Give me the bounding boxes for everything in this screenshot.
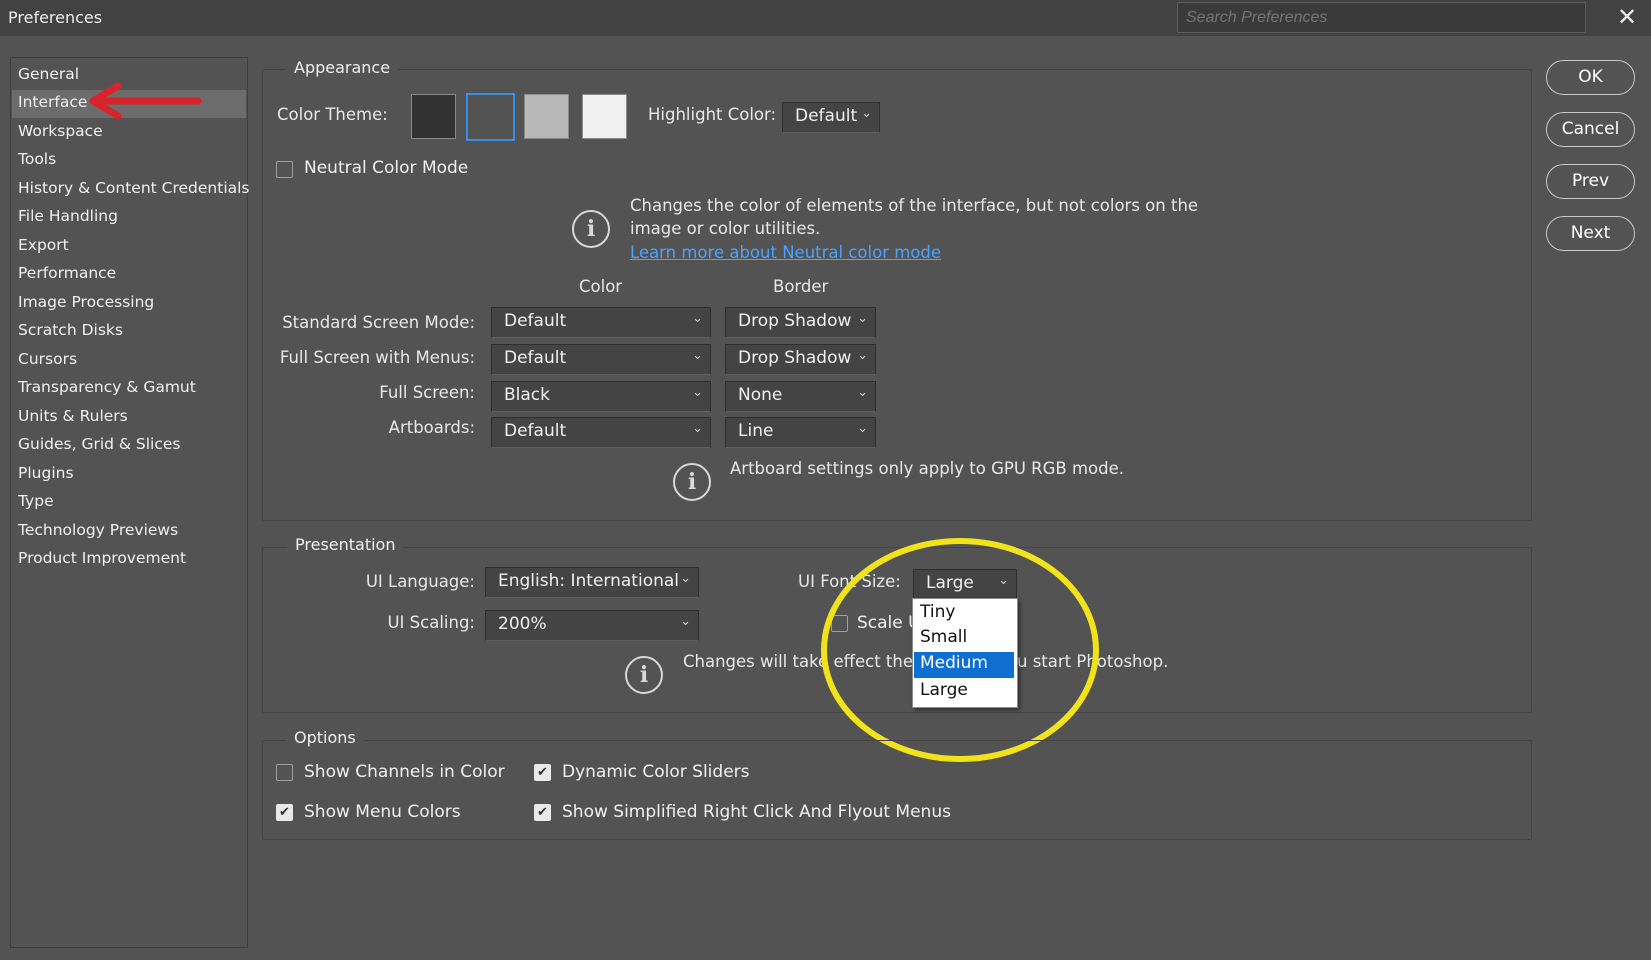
neutral-learn-more-link[interactable]: Learn more about Neutral color mode: [630, 243, 941, 262]
sidebar: General Interface Workspace Tools Histor…: [10, 57, 250, 948]
chevron-down-icon: ⌄: [857, 348, 868, 363]
search-preferences-input[interactable]: [1177, 2, 1586, 33]
artboards-border-dropdown[interactable]: Line ⌄: [725, 417, 876, 448]
ui-scaling-dropdown[interactable]: 200% ⌄: [485, 610, 699, 641]
theme-swatch-light[interactable]: [582, 94, 627, 139]
dynamic-color-sliders-label: Dynamic Color Sliders: [562, 762, 750, 782]
ok-button[interactable]: OK: [1546, 60, 1635, 95]
neutral-info-text: Changes the color of elements of the int…: [630, 196, 1199, 238]
sidebar-item-transparency[interactable]: Transparency & Gamut: [12, 375, 246, 403]
chevron-down-icon: ⌄: [692, 385, 703, 400]
simplified-right-click-label: Show Simplified Right Click And Flyout M…: [562, 802, 951, 822]
color-column-header: Color: [579, 277, 623, 296]
chevron-down-icon: ⌄: [680, 614, 691, 629]
artboards-color-value: Default: [504, 421, 567, 441]
highlight-color-label: Highlight Color:: [648, 105, 777, 124]
standard-screen-mode-label: Standard Screen Mode:: [282, 313, 475, 332]
info-icon: i: [625, 656, 663, 694]
full-screen-border-dropdown[interactable]: None ⌄: [725, 381, 876, 412]
chevron-down-icon: ⌄: [692, 348, 703, 363]
show-menu-colors-checkbox[interactable]: ✔: [276, 804, 293, 821]
standard-screen-color-dropdown[interactable]: Default ⌄: [491, 307, 711, 338]
ui-scaling-label: UI Scaling:: [387, 613, 475, 632]
sidebar-item-history[interactable]: History & Content Credentials: [12, 176, 250, 204]
info-icon: i: [673, 463, 711, 501]
chevron-down-icon: ⌄: [680, 571, 691, 586]
ui-scaling-value: 200%: [498, 614, 547, 634]
sidebar-item-cursors[interactable]: Cursors: [12, 347, 246, 375]
chevron-down-icon: ⌄: [857, 385, 868, 400]
chevron-down-icon: ⌄: [857, 311, 868, 326]
red-arrow-annotation-icon: [89, 82, 202, 120]
chevron-down-icon: ⌄: [692, 421, 703, 436]
ui-language-value: English: International: [498, 571, 680, 591]
next-button[interactable]: Next: [1546, 216, 1635, 251]
full-screen-border-value: None: [738, 385, 783, 405]
standard-screen-border-value: Drop Shadow: [738, 311, 852, 331]
sidebar-item-image-processing[interactable]: Image Processing: [12, 290, 246, 318]
appearance-legend: Appearance: [286, 58, 399, 77]
sidebar-item-performance[interactable]: Performance: [12, 261, 246, 289]
theme-swatch-darkest[interactable]: [411, 94, 456, 139]
sidebar-item-type[interactable]: Type: [12, 489, 246, 517]
theme-swatch-medium-light[interactable]: [524, 94, 569, 139]
standard-screen-border-dropdown[interactable]: Drop Shadow ⌄: [725, 307, 876, 338]
cancel-button[interactable]: Cancel: [1546, 112, 1635, 147]
full-screen-menus-border-value: Drop Shadow: [738, 348, 852, 368]
neutral-color-mode-label: Neutral Color Mode: [304, 158, 469, 178]
color-theme-label: Color Theme:: [277, 105, 388, 124]
prev-button[interactable]: Prev: [1546, 164, 1635, 199]
border-column-header: Border: [773, 277, 829, 296]
chevron-down-icon: ⌄: [861, 106, 872, 121]
sidebar-item-guides[interactable]: Guides, Grid & Slices: [12, 432, 246, 460]
sidebar-item-technology-previews[interactable]: Technology Previews: [12, 518, 246, 546]
artboards-color-dropdown[interactable]: Default ⌄: [491, 417, 711, 448]
highlight-color-value: Default: [795, 106, 858, 126]
sidebar-item-file-handling[interactable]: File Handling: [12, 204, 246, 232]
chevron-down-icon: ⌄: [857, 421, 868, 436]
show-channels-in-color-label: Show Channels in Color: [304, 762, 505, 782]
window-title: Preferences: [8, 8, 103, 27]
full-screen-menus-border-dropdown[interactable]: Drop Shadow ⌄: [725, 344, 876, 375]
dynamic-color-sliders-checkbox[interactable]: ✔: [534, 764, 551, 781]
options-group: [262, 740, 1532, 840]
sidebar-item-tools[interactable]: Tools: [12, 147, 246, 175]
artboards-border-value: Line: [738, 421, 774, 441]
neutral-color-mode-checkbox[interactable]: [276, 161, 293, 178]
info-icon: i: [572, 210, 610, 248]
options-legend: Options: [286, 728, 364, 747]
close-icon[interactable]: ✕: [1612, 3, 1642, 31]
full-screen-menus-color-value: Default: [504, 348, 567, 368]
chevron-down-icon: ⌄: [692, 311, 703, 326]
artboards-label: Artboards:: [388, 418, 475, 437]
yellow-circle-annotation-icon: [821, 538, 1099, 762]
presentation-legend: Presentation: [287, 535, 404, 554]
full-screen-label: Full Screen:: [379, 383, 475, 402]
sidebar-item-units-rulers[interactable]: Units & Rulers: [12, 404, 246, 432]
sidebar-item-scratch-disks[interactable]: Scratch Disks: [12, 318, 246, 346]
full-screen-color-dropdown[interactable]: Black ⌄: [491, 381, 711, 412]
sidebar-item-plugins[interactable]: Plugins: [12, 461, 246, 489]
show-menu-colors-label: Show Menu Colors: [304, 802, 461, 822]
full-screen-menus-color-dropdown[interactable]: Default ⌄: [491, 344, 711, 375]
sidebar-item-product-improvement[interactable]: Product Improvement: [12, 546, 246, 574]
full-screen-color-value: Black: [504, 385, 550, 405]
theme-swatch-medium-dark[interactable]: [466, 93, 515, 141]
artboard-info-text: Artboard settings only apply to GPU RGB …: [730, 459, 1124, 478]
sidebar-item-workspace[interactable]: Workspace: [12, 119, 246, 147]
simplified-right-click-checkbox[interactable]: ✔: [534, 804, 551, 821]
show-channels-in-color-checkbox[interactable]: [276, 764, 293, 781]
highlight-color-dropdown[interactable]: Default ⌄: [782, 102, 880, 133]
full-screen-menus-label: Full Screen with Menus:: [279, 348, 475, 367]
standard-screen-color-value: Default: [504, 311, 567, 331]
sidebar-item-export[interactable]: Export: [12, 233, 246, 261]
ui-language-dropdown[interactable]: English: International ⌄: [485, 567, 699, 598]
ui-language-label: UI Language:: [365, 572, 475, 591]
